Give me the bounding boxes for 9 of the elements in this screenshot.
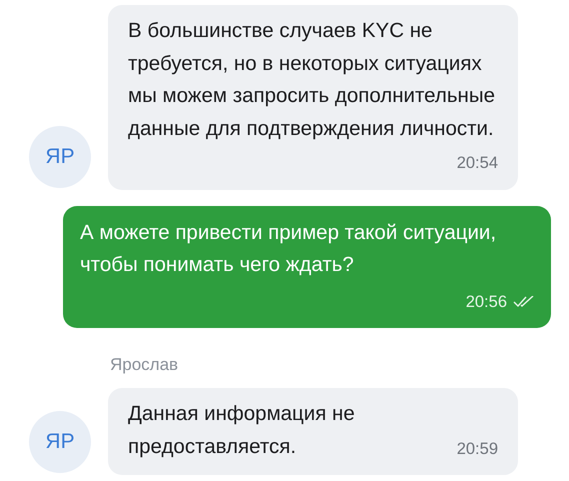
message-time: 20:59 bbox=[456, 438, 498, 460]
message-text: В большинстве случаев KYC не требуется, но в некоторых ситуациях мы можем запросить дополнительные данные для подтверждения личности. bbox=[128, 19, 495, 140]
message-time: 20:56 bbox=[466, 292, 507, 312]
message-time: 20:54 bbox=[456, 153, 498, 174]
avatar[interactable]: ЯР bbox=[29, 411, 91, 473]
message-text: Данная информация не предоставляется. bbox=[128, 402, 355, 458]
message-text: А можете привести пример такой ситуации, чтобы понимать чего ждать? bbox=[80, 220, 496, 276]
avatar[interactable]: ЯР bbox=[29, 126, 91, 188]
sender-name: Ярослав bbox=[110, 355, 180, 375]
